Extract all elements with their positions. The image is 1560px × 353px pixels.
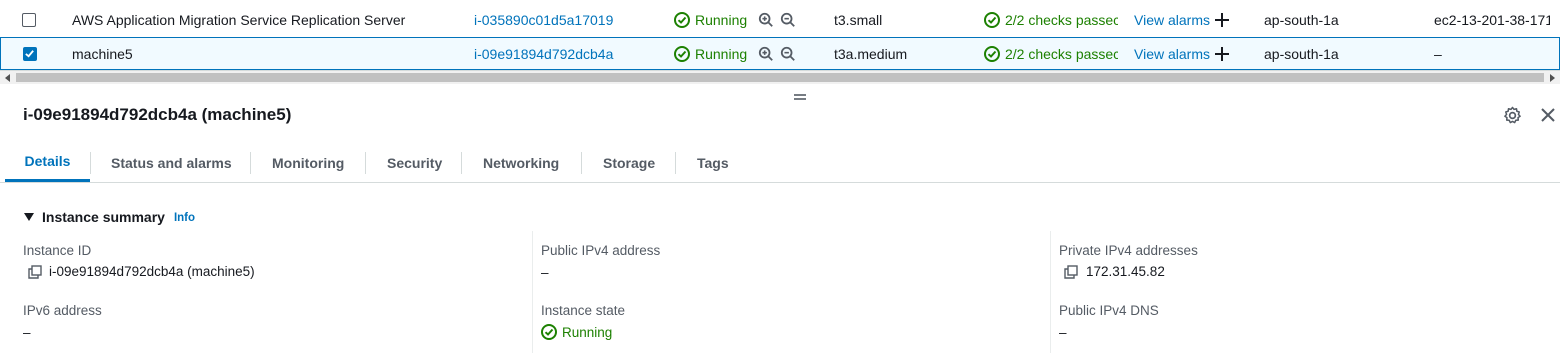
- instance-state-label: Running: [695, 45, 748, 62]
- close-icon[interactable]: [1540, 107, 1556, 123]
- instance-id-link[interactable]: i-035890c01d5a17019: [474, 3, 654, 37]
- public-ipv4-value: –: [541, 265, 549, 280]
- horizontal-scrollbar[interactable]: [0, 70, 1560, 84]
- instance-state-label: Instance state: [541, 303, 626, 318]
- status-checks: 2/2 checks passec: [984, 38, 1118, 69]
- row-checkbox-checked[interactable]: [23, 47, 37, 61]
- private-ipv4-label: Private IPv4 addresses: [1059, 243, 1198, 258]
- ipv6-value: –: [23, 325, 31, 340]
- private-ipv4-text: 172.31.45.82: [1086, 264, 1165, 279]
- check-circle-icon: [674, 45, 690, 62]
- table-row[interactable]: AWS Application Migration Service Replic…: [0, 3, 1560, 37]
- instance-state-value: Running: [541, 324, 612, 340]
- instance-name: machine5: [72, 45, 133, 62]
- column-divider: [532, 231, 533, 353]
- instance-type: t3.small: [834, 12, 883, 28]
- checkmark-icon: [25, 50, 34, 58]
- instance-state: Running: [674, 3, 760, 37]
- caret-down-icon[interactable]: [24, 212, 34, 222]
- scroll-right-arrow-icon[interactable]: [1548, 74, 1556, 82]
- settings-gear-icon[interactable]: [1503, 106, 1522, 125]
- tab-divider: [581, 152, 582, 174]
- tab-status-and-alarms[interactable]: Status and alarms: [111, 143, 232, 183]
- instance-summary-header[interactable]: Instance summary Info: [24, 209, 195, 225]
- row-checkbox[interactable]: [22, 13, 36, 27]
- tab-details[interactable]: Details: [5, 143, 90, 182]
- zoom-controls: [758, 3, 802, 37]
- availability-zone: ap-south-1a: [1264, 45, 1339, 62]
- add-alarm-icon[interactable]: [1214, 38, 1234, 69]
- instance-state-text: Running: [562, 324, 613, 340]
- instance-state: Running: [674, 38, 760, 69]
- instance-id-value: i-09e91894d792dcb4a (machine5): [28, 264, 255, 279]
- status-checks-label: 2/2 checks passec: [1005, 12, 1118, 28]
- scroll-left-arrow-icon[interactable]: [4, 74, 12, 82]
- resize-handle-icon[interactable]: [793, 93, 807, 101]
- tab-networking[interactable]: Networking: [483, 143, 559, 183]
- tab-divider: [461, 152, 462, 174]
- copy-icon[interactable]: [1064, 264, 1078, 279]
- public-dns-label: Public IPv4 DNS: [1059, 303, 1159, 318]
- tab-divider: [365, 152, 366, 174]
- tab-storage[interactable]: Storage: [603, 143, 655, 183]
- section-title: Instance summary: [42, 209, 165, 225]
- tab-tags[interactable]: Tags: [697, 143, 729, 183]
- instance-name: AWS Application Migration Service Replic…: [72, 12, 406, 28]
- check-circle-icon: [674, 12, 690, 28]
- scrollbar-thumb[interactable]: [16, 73, 1544, 82]
- panel-title: i-09e91894d792dcb4a (machine5): [23, 105, 292, 124]
- public-dns: ec2-13-201-38-171: [1434, 12, 1550, 28]
- table-row-selected[interactable]: machine5 i-09e91894d792dcb4a Running t3a…: [0, 37, 1560, 70]
- view-alarms-link[interactable]: View alarms: [1134, 38, 1214, 69]
- instance-id-label: Instance ID: [23, 243, 92, 258]
- detail-tabs: Details Status and alarms Monitoring Sec…: [0, 143, 1560, 183]
- public-dns-value: –: [1059, 325, 1067, 340]
- check-circle-icon: [984, 12, 1000, 28]
- public-ipv4-label: Public IPv4 address: [541, 243, 661, 258]
- zoom-out-icon[interactable]: [780, 45, 796, 63]
- check-circle-icon: [984, 45, 1000, 62]
- status-checks-label: 2/2 checks passec: [1005, 45, 1118, 62]
- zoom-out-icon[interactable]: [780, 11, 796, 29]
- availability-zone: ap-south-1a: [1264, 12, 1339, 28]
- private-ipv4-value: 172.31.45.82: [1064, 264, 1165, 279]
- info-link[interactable]: Info: [174, 212, 195, 224]
- instance-state-label: Running: [695, 12, 748, 28]
- copy-icon[interactable]: [28, 264, 42, 279]
- check-circle-icon: [541, 324, 557, 340]
- tab-security[interactable]: Security: [387, 143, 442, 183]
- tab-monitoring[interactable]: Monitoring: [272, 143, 344, 183]
- column-divider: [1050, 231, 1051, 353]
- instance-id-text: i-09e91894d792dcb4a (machine5): [49, 264, 255, 279]
- add-alarm-icon[interactable]: [1214, 3, 1234, 37]
- instance-id-link[interactable]: i-09e91894d792dcb4a: [474, 38, 654, 69]
- public-dns: –: [1434, 45, 1442, 62]
- tab-divider: [90, 152, 91, 174]
- ipv6-label: IPv6 address: [23, 303, 102, 318]
- status-checks: 2/2 checks passec: [984, 3, 1118, 37]
- tab-divider: [675, 152, 676, 174]
- tab-divider: [250, 152, 251, 174]
- zoom-in-icon[interactable]: [758, 11, 774, 29]
- zoom-in-icon[interactable]: [758, 45, 774, 63]
- view-alarms-link[interactable]: View alarms: [1134, 3, 1214, 37]
- zoom-controls: [758, 38, 802, 69]
- instance-type: t3a.medium: [834, 45, 908, 62]
